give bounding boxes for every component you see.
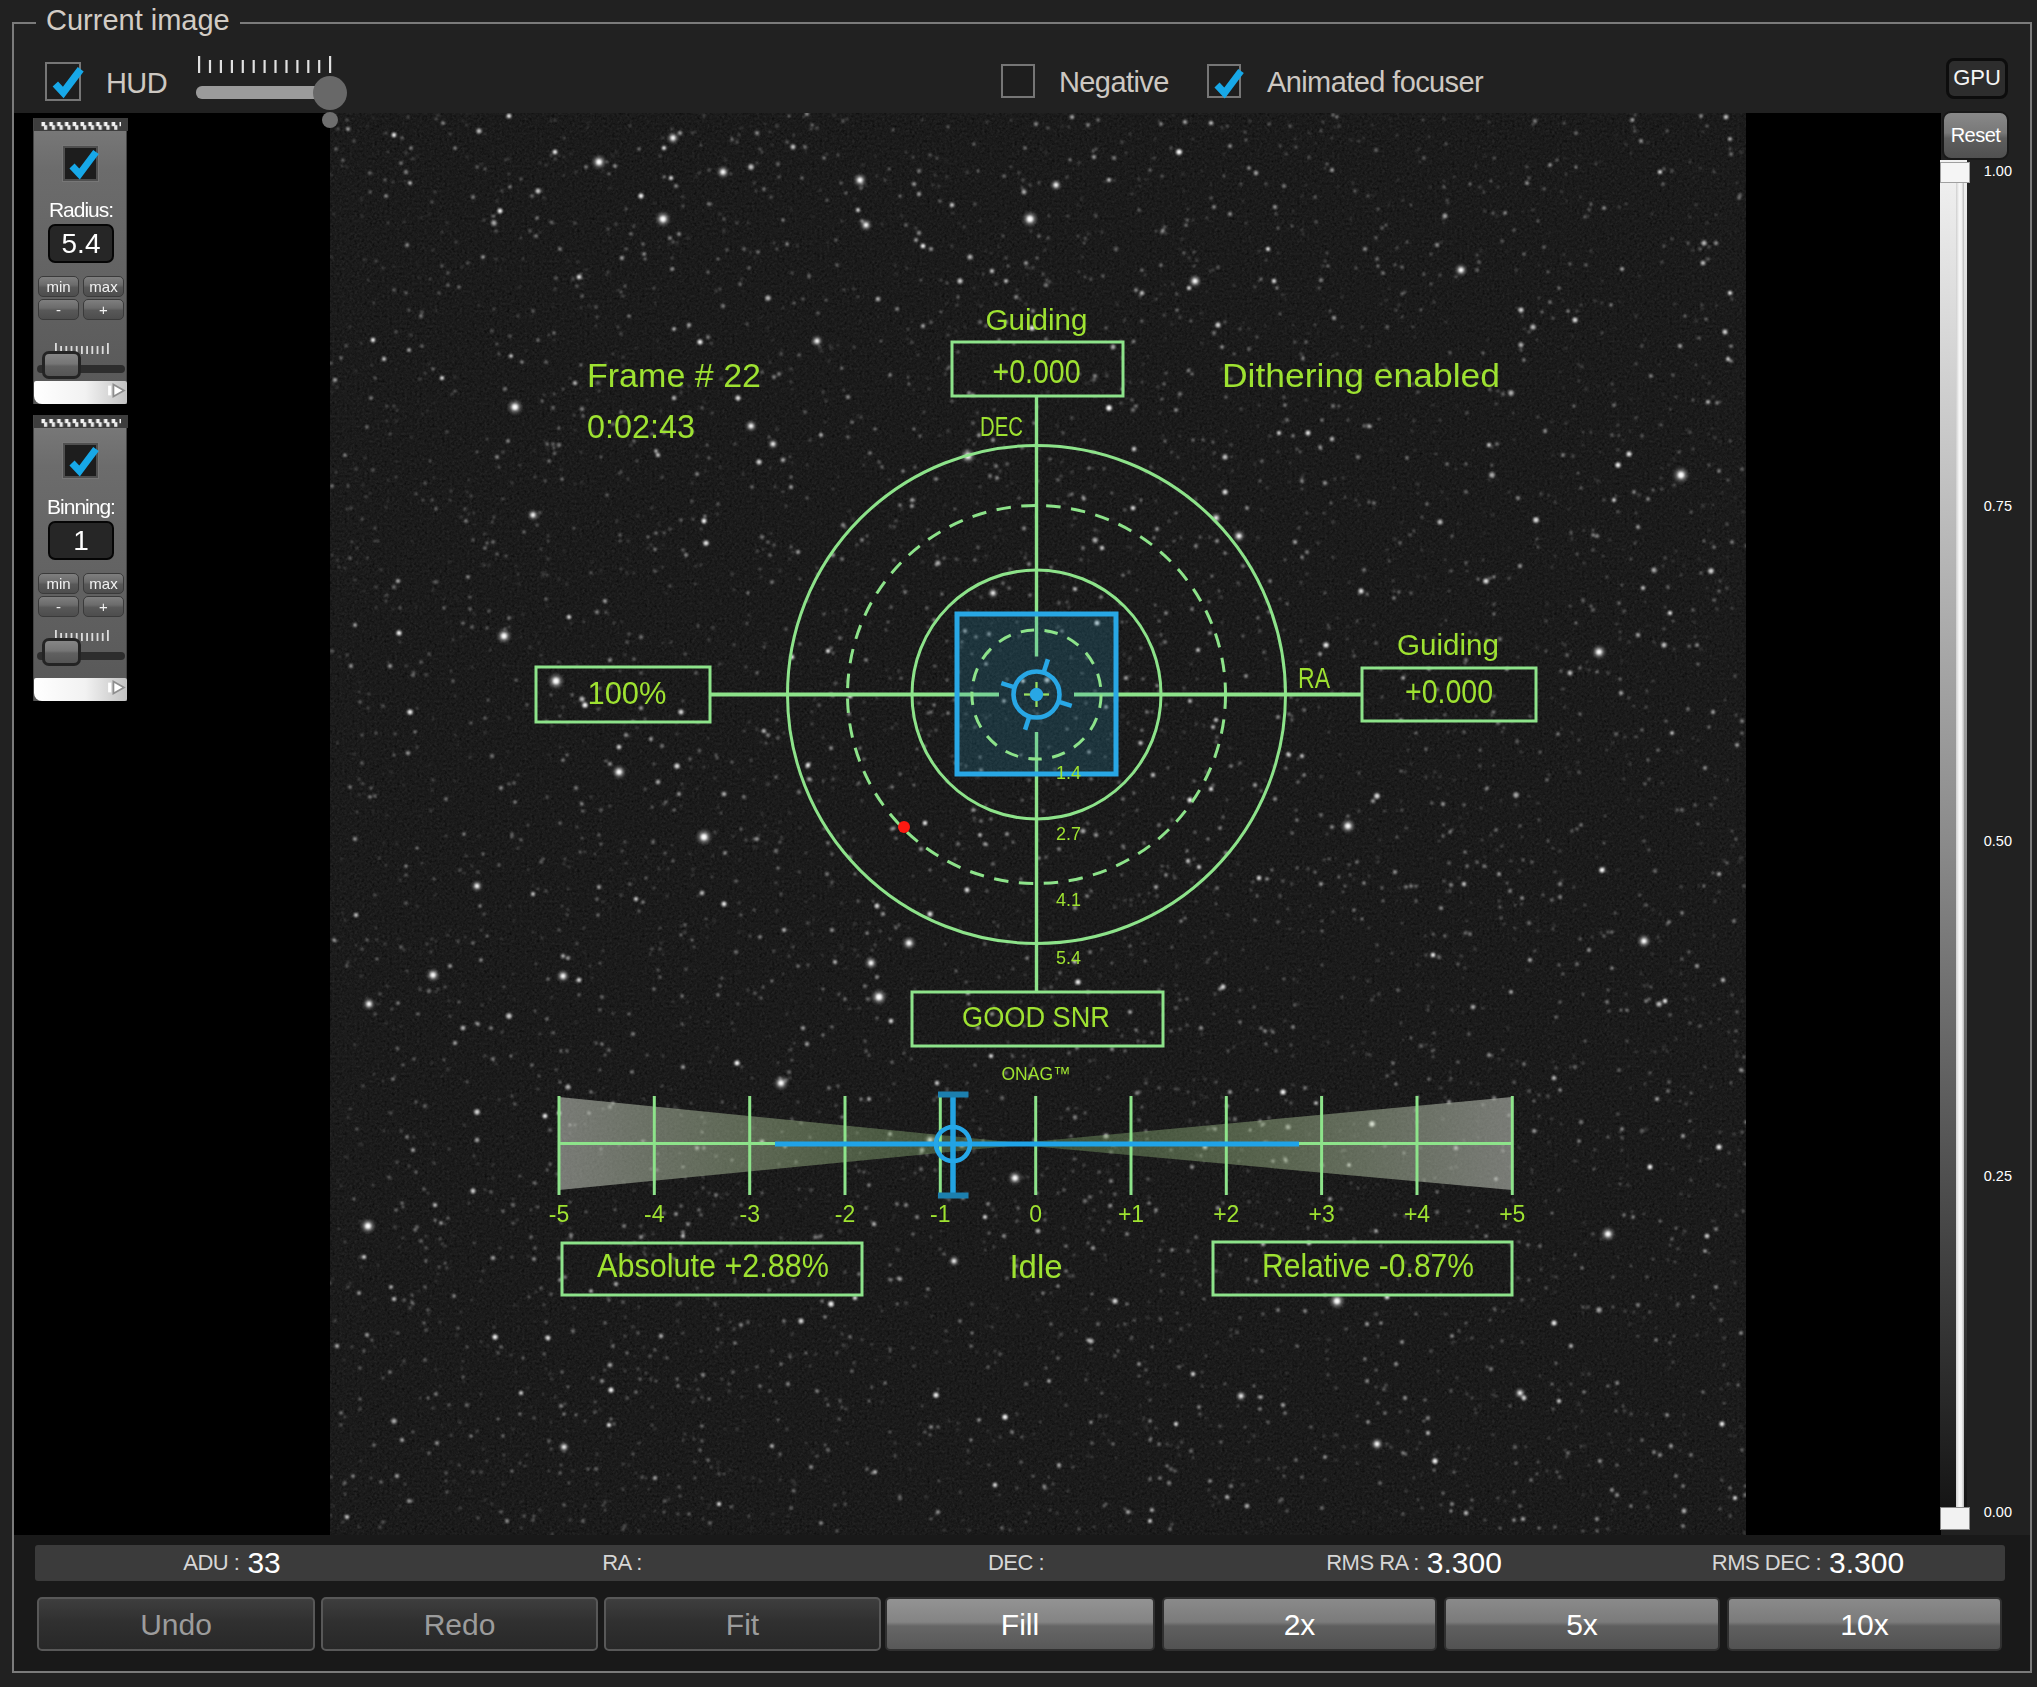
svg-text:+0.000: +0.000 xyxy=(1405,673,1493,710)
svg-text:-4: -4 xyxy=(644,1201,665,1227)
svg-text:5.4: 5.4 xyxy=(1056,948,1081,968)
svg-text:Absolute +2.88%: Absolute +2.88% xyxy=(597,1247,829,1284)
svg-text:+3: +3 xyxy=(1308,1201,1334,1227)
svg-text:-5: -5 xyxy=(549,1201,569,1227)
svg-text:ONAG™: ONAG™ xyxy=(1002,1063,1071,1084)
svg-text:+1: +1 xyxy=(1118,1201,1144,1227)
svg-text:-3: -3 xyxy=(739,1201,759,1227)
svg-text:DEC: DEC xyxy=(980,412,1023,442)
svg-text:GOOD SNR: GOOD SNR xyxy=(962,1000,1110,1033)
svg-text:+4: +4 xyxy=(1404,1201,1430,1227)
svg-text:0: 0 xyxy=(1029,1201,1042,1227)
svg-text:1.4: 1.4 xyxy=(1056,763,1081,783)
svg-text:+2: +2 xyxy=(1213,1201,1239,1227)
svg-text:RA: RA xyxy=(1298,662,1331,694)
svg-text:Guiding: Guiding xyxy=(1397,629,1499,661)
svg-text:-1: -1 xyxy=(930,1201,950,1227)
svg-text:0:02:43: 0:02:43 xyxy=(587,408,695,445)
svg-text:+5: +5 xyxy=(1499,1201,1525,1227)
svg-text:4.1: 4.1 xyxy=(1056,890,1081,910)
svg-text:2.7: 2.7 xyxy=(1056,824,1081,844)
svg-text:-2: -2 xyxy=(835,1201,855,1227)
svg-text:100%: 100% xyxy=(588,676,667,711)
svg-text:Guiding: Guiding xyxy=(986,304,1088,336)
svg-text:Frame # 22: Frame # 22 xyxy=(587,357,761,394)
svg-text:+0.000: +0.000 xyxy=(993,353,1081,390)
svg-text:Relative -0.87%: Relative -0.87% xyxy=(1262,1247,1474,1284)
svg-text:Idle: Idle xyxy=(1009,1248,1062,1285)
svg-text:Dithering enabled: Dithering enabled xyxy=(1222,357,1500,394)
